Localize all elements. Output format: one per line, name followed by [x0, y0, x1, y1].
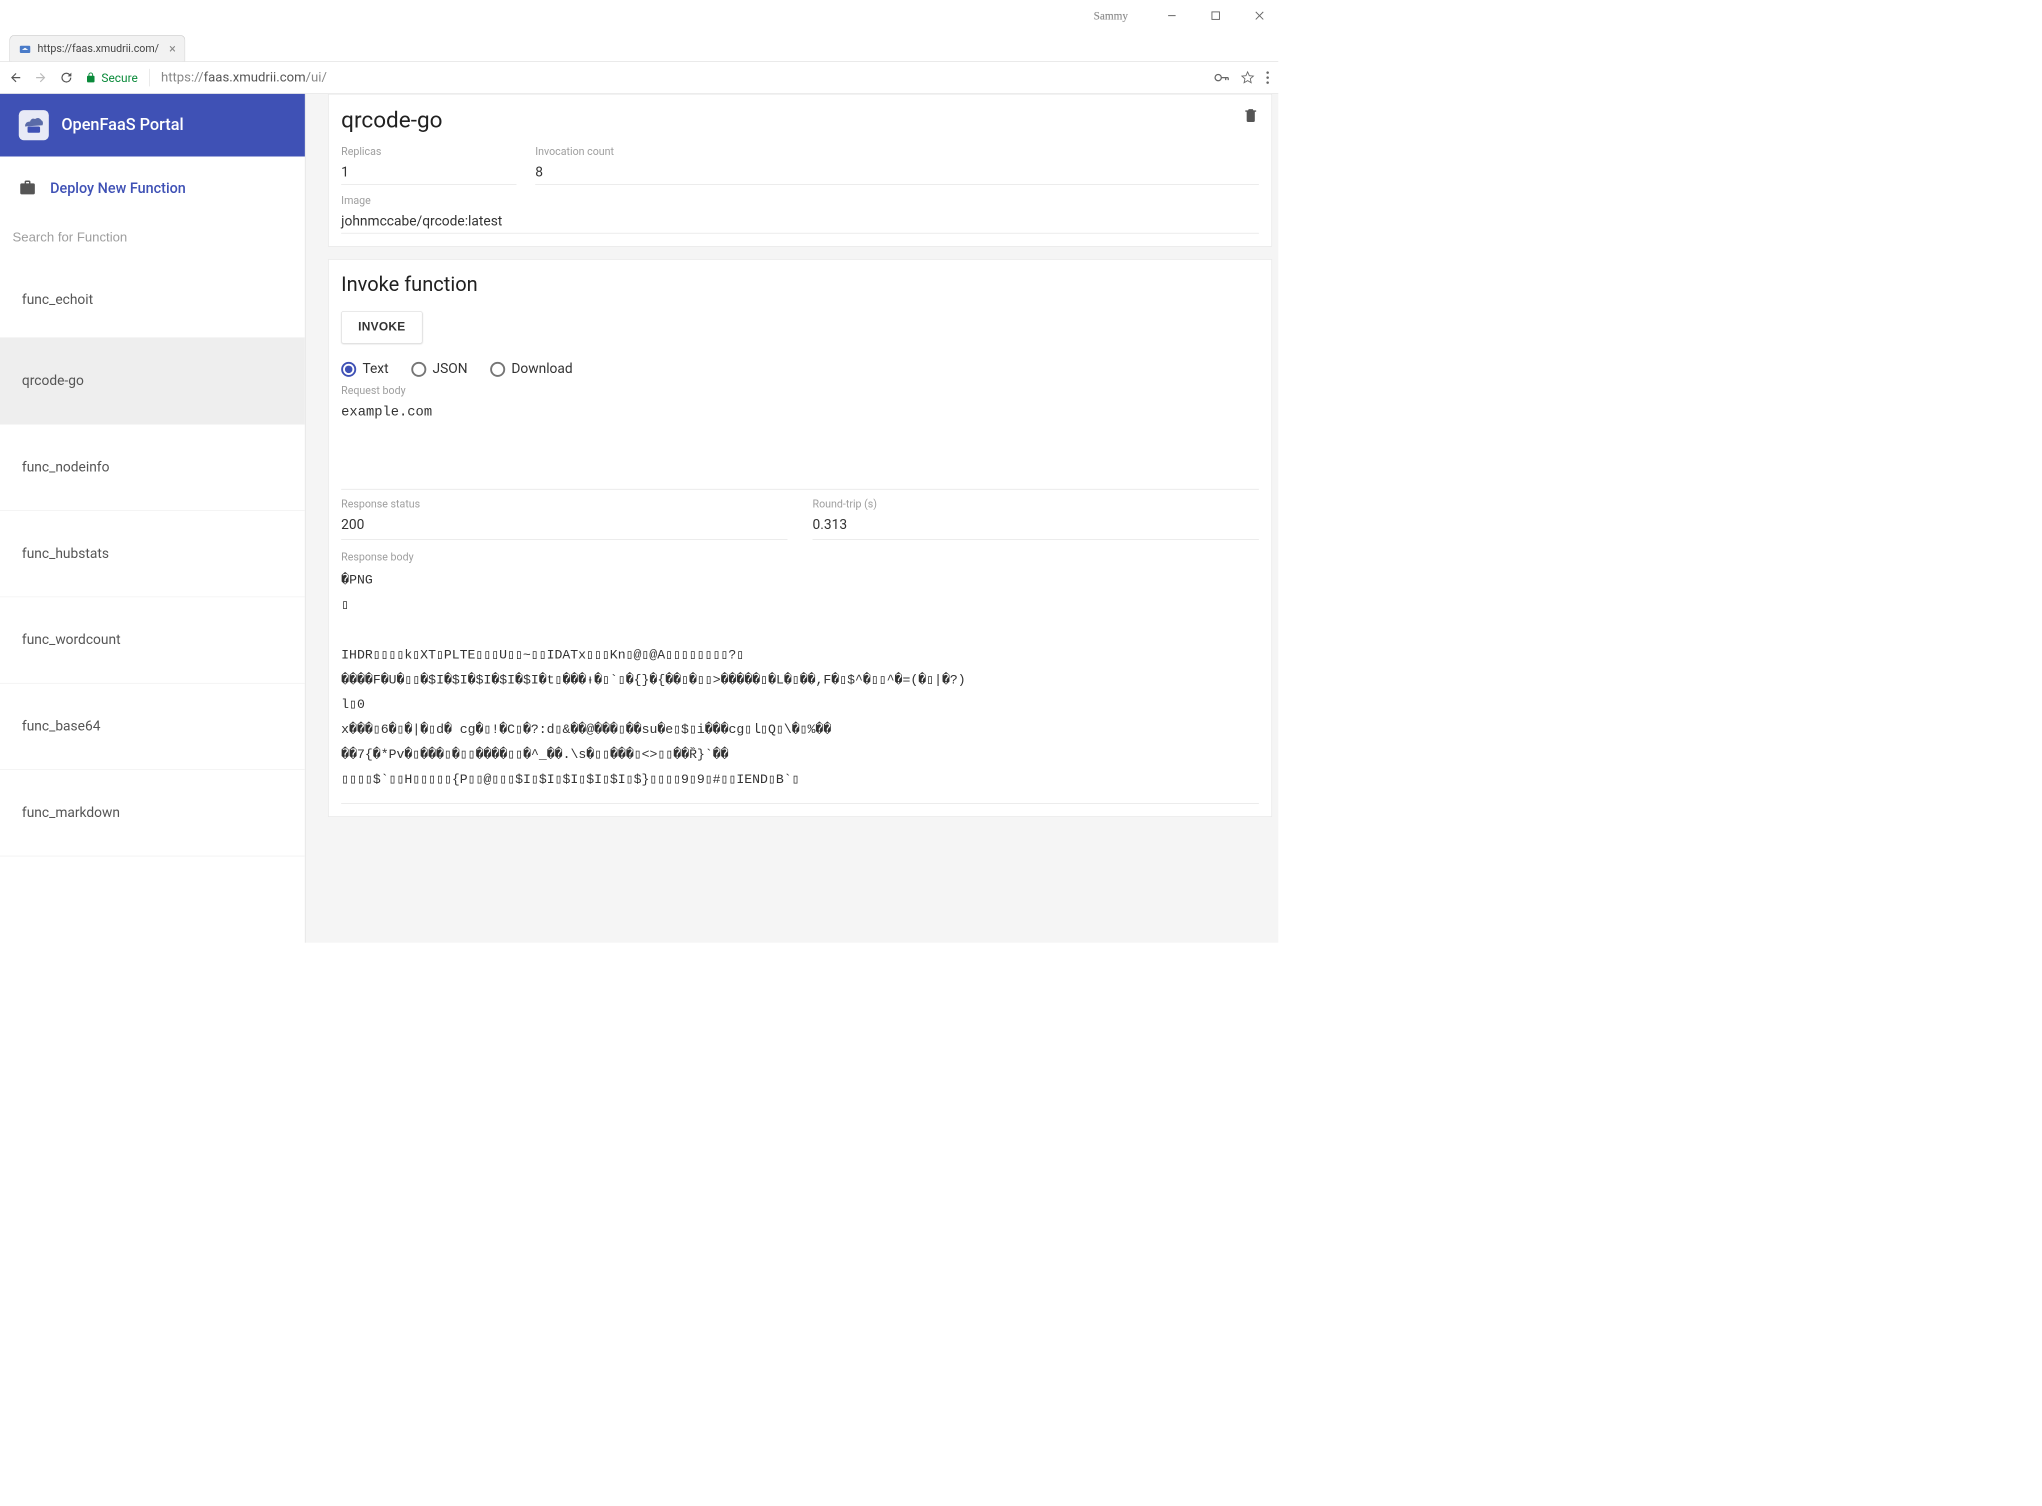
invocation-count-label: Invocation count [535, 146, 1259, 159]
sidebar-item-func-wordcount[interactable]: func_wordcount [0, 597, 305, 683]
roundtrip-value: 0.313 [813, 517, 1259, 533]
favicon-icon [19, 42, 32, 55]
tab-title: https://faas.xmudrii.com/ [38, 42, 160, 55]
radio-text[interactable]: Text [341, 361, 388, 377]
openfaas-logo-icon [19, 110, 49, 140]
delete-function-button[interactable] [1243, 107, 1259, 123]
sidebar-item-func-base64[interactable]: func_base64 [0, 684, 305, 770]
window-maximize-button[interactable] [1203, 6, 1228, 25]
window-close-button[interactable] [1247, 6, 1272, 25]
secure-indicator[interactable]: Secure [85, 70, 138, 84]
divider [149, 69, 150, 87]
sidebar-item-func-echoit[interactable]: func_echoit [0, 263, 305, 338]
radio-json[interactable]: JSON [411, 361, 467, 377]
secure-label: Secure [101, 70, 137, 84]
radio-download[interactable]: Download [490, 361, 573, 377]
key-icon[interactable] [1214, 73, 1229, 82]
roundtrip-label: Round-trip (s) [813, 498, 1259, 511]
request-body-label: Request body [341, 384, 1259, 397]
invocation-count-value: 8 [535, 165, 1259, 181]
radio-download-label: Download [511, 361, 572, 377]
radio-text-label: Text [362, 361, 388, 377]
radio-icon [411, 362, 426, 377]
brand-title: OpenFaaS Portal [61, 116, 183, 135]
radio-json-label: JSON [432, 361, 467, 377]
sidebar-item-qrcode-go[interactable]: qrcode-go [0, 338, 305, 424]
response-body-output: �PNG ▯ IHDR▯▯▯▯k▯XT▯PLTE▯▯▯U▯▯~▯▯IDATx▯▯… [341, 568, 1259, 803]
function-name: qrcode-go [341, 107, 442, 133]
sidebar: OpenFaaS Portal Deploy New Function func… [0, 94, 305, 943]
replicas-value: 1 [341, 165, 516, 181]
forward-button[interactable] [34, 71, 48, 85]
brand-header: OpenFaaS Portal [0, 94, 305, 157]
invoke-title: Invoke function [341, 272, 1259, 296]
radio-icon [341, 362, 356, 377]
back-button[interactable] [9, 71, 23, 85]
sidebar-item-func-nodeinfo[interactable]: func_nodeinfo [0, 424, 305, 510]
deploy-new-function[interactable]: Deploy New Function [0, 157, 305, 220]
function-list: func_echoit qrcode-go func_nodeinfo func… [0, 263, 305, 943]
image-value: johnmccabe/qrcode:latest [341, 213, 1259, 229]
reload-button[interactable] [59, 70, 74, 85]
address-bar[interactable]: https://faas.xmudrii.com/ui/ [161, 70, 1203, 85]
sidebar-item-func-hubstats[interactable]: func_hubstats [0, 511, 305, 597]
browser-menu-button[interactable] [1266, 71, 1270, 85]
radio-icon [490, 362, 505, 377]
replicas-label: Replicas [341, 146, 516, 159]
image-label: Image [341, 195, 1259, 208]
response-status-label: Response status [341, 498, 787, 511]
window-username: Sammy [1094, 9, 1128, 22]
main-content: qrcode-go Replicas 1 Invocation count 8 [305, 94, 1278, 943]
response-body-label: Response body [341, 551, 1259, 564]
sidebar-item-func-markdown[interactable]: func_markdown [0, 770, 305, 856]
window-minimize-button[interactable] [1159, 6, 1184, 25]
browser-tab[interactable]: https://faas.xmudrii.com/ × [9, 35, 185, 61]
search-input[interactable] [13, 225, 293, 250]
request-body-input[interactable]: example.com [341, 397, 1259, 490]
tab-close-icon[interactable]: × [169, 41, 176, 56]
deploy-label: Deploy New Function [50, 179, 186, 196]
invoke-button[interactable]: INVOKE [341, 311, 422, 344]
lock-icon [85, 72, 96, 83]
bookmark-star-icon[interactable] [1241, 71, 1255, 85]
deploy-icon [19, 179, 37, 197]
response-status-value: 200 [341, 517, 787, 533]
